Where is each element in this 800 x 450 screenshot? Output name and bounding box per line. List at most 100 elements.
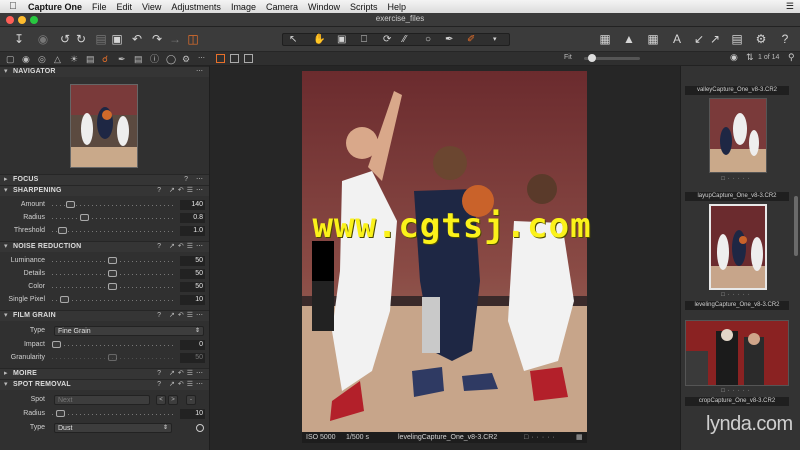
compare-icon[interactable]: ▦ <box>598 32 612 46</box>
menu-list-icon[interactable]: ☰ <box>786 1 794 12</box>
luminance-value[interactable]: 50 <box>180 256 205 266</box>
browser-search-icon[interactable]: ⚲ <box>788 52 795 63</box>
tile-thumbnail[interactable] <box>685 320 789 386</box>
zoom-slider[interactable] <box>584 54 640 62</box>
grid-icon[interactable]: ▦ <box>646 32 660 46</box>
details-value[interactable]: 50 <box>180 269 205 279</box>
eye-icon[interactable]: ◉ <box>730 52 738 63</box>
impact-slider[interactable] <box>52 345 174 346</box>
sharpening-header[interactable]: ▾ SHARPENING ? ↗↶☰⋯ <box>0 185 209 196</box>
tab-library-icon[interactable]: ▢ <box>6 53 15 65</box>
spot-radius-value[interactable]: 10 <box>180 409 205 419</box>
rating-dots[interactable]: □····· <box>524 432 558 443</box>
tab-details-icon[interactable]: ☌ <box>102 53 108 65</box>
section-tools-icon[interactable]: ? ↗↶☰⋯ <box>157 186 206 196</box>
section-tools-icon[interactable]: ? ↗↶☰⋯ <box>157 242 206 252</box>
navigator-header[interactable]: ▾ NAVIGATOR ⋯ <box>0 66 209 77</box>
tile-rating-dots[interactable]: □····· <box>685 176 789 182</box>
spot-delete-button[interactable]: - <box>186 395 196 405</box>
tab-adjust-icon[interactable]: ✒ <box>118 53 126 65</box>
impact-value[interactable]: 0 <box>180 340 205 350</box>
collapse-icon[interactable]: ▾ <box>4 186 8 196</box>
help-more-icon[interactable]: ? ⋯ <box>184 175 206 185</box>
print-icon[interactable]: ▤ <box>730 32 744 46</box>
keystone-icon[interactable]: ⁄⁄ <box>403 34 406 46</box>
rotate-left-icon[interactable]: ↺ <box>58 32 72 46</box>
brush-icon[interactable]: ✐ <box>467 34 475 46</box>
text-overlay-icon[interactable]: A <box>670 32 684 46</box>
menu-file[interactable]: File <box>92 2 107 12</box>
single-view-icon[interactable] <box>230 54 239 63</box>
impact-slider-thumb[interactable] <box>52 341 61 348</box>
crop-icon[interactable]: ⎕ <box>361 34 367 46</box>
section-tools-icon[interactable]: ? ↗↶☰⋯ <box>157 369 206 379</box>
cursor-more-icon[interactable]: ▾ <box>493 34 497 46</box>
image-viewer[interactable]: ISO 5000 1/500 s levelingCapture_One_v8-… <box>210 66 680 450</box>
apple-icon[interactable]:  <box>8 1 18 12</box>
moire-header[interactable]: ▸ MOIRE ? ↗↶☰⋯ <box>0 368 209 379</box>
spot-radius-slider-thumb[interactable] <box>56 410 65 417</box>
loupe-icon[interactable]: ▣ <box>337 34 346 46</box>
multi-view-icon[interactable] <box>216 54 225 63</box>
single-pixel-value[interactable]: 10 <box>180 295 205 305</box>
menu-app-name[interactable]: Capture One <box>28 2 82 12</box>
forward-icon[interactable]: → <box>168 32 182 46</box>
noise-reduction-header[interactable]: ▾ NOISE REDUCTION ? ↗↶☰⋯ <box>0 241 209 252</box>
tile-rating-dots[interactable]: □····· <box>685 292 789 298</box>
menu-image[interactable]: Image <box>231 2 256 12</box>
expand-icon[interactable]: ▸ <box>4 175 8 185</box>
spot-radius-slider[interactable] <box>52 414 174 415</box>
menu-window[interactable]: Window <box>308 2 340 12</box>
tab-metadata-icon[interactable]: ▤ <box>134 53 143 65</box>
details-slider-thumb[interactable] <box>108 270 117 277</box>
granularity-slider-thumb[interactable] <box>108 354 117 361</box>
camera-icon[interactable]: ◉ <box>36 32 50 46</box>
spot-circle-icon[interactable]: ○ <box>425 34 431 46</box>
menu-help[interactable]: Help <box>388 2 407 12</box>
spot-prev-button[interactable]: < <box>156 395 166 405</box>
full-view-icon[interactable] <box>244 54 253 63</box>
collapse-icon[interactable]: ▾ <box>4 380 8 390</box>
import-icon[interactable]: ↧ <box>12 32 26 46</box>
tab-batch-icon[interactable]: ◯ <box>166 53 176 65</box>
radius-slider[interactable] <box>52 218 174 219</box>
tab-info-icon[interactable]: ⓘ <box>150 53 159 65</box>
luminance-slider-thumb[interactable] <box>108 257 117 264</box>
menu-edit[interactable]: Edit <box>117 2 133 12</box>
more-icon[interactable]: ⋯ <box>196 67 206 77</box>
navigator-thumbnail[interactable] <box>70 84 138 168</box>
color-tag-icon[interactable]: ▦ <box>576 432 583 443</box>
focus-header[interactable]: ▸ FOCUS ? ⋯ <box>0 174 209 185</box>
settings-gear-icon[interactable]: ⚙ <box>754 32 768 46</box>
radius-value[interactable]: 0.8 <box>180 213 205 223</box>
tab-color-icon[interactable]: △ <box>54 53 61 65</box>
rotate-tool-icon[interactable]: ⟳ <box>383 34 391 46</box>
tab-lens-icon[interactable]: ◎ <box>38 53 46 65</box>
section-tools-icon[interactable]: ? ↗↶☰⋯ <box>157 311 206 321</box>
menu-adjustments[interactable]: Adjustments <box>171 2 221 12</box>
amount-value[interactable]: 140 <box>180 200 205 210</box>
redo-icon[interactable]: ↷ <box>150 32 164 46</box>
undo-icon[interactable]: ↶ <box>130 32 144 46</box>
menu-view[interactable]: View <box>142 2 161 12</box>
menu-camera[interactable]: Camera <box>266 2 298 12</box>
spot-select[interactable]: Next <box>54 395 150 405</box>
move-to-folder-icon[interactable]: ▤ <box>94 32 108 46</box>
film-grain-header[interactable]: ▾ FILM GRAIN ? ↗↶☰⋯ <box>0 310 209 321</box>
spot-next-button[interactable]: > <box>168 395 178 405</box>
threshold-slider[interactable] <box>52 231 174 232</box>
tab-capture-icon[interactable]: ◉ <box>22 53 30 65</box>
grain-type-select[interactable]: Fine Grain ⇕ <box>54 326 204 336</box>
single-pixel-slider[interactable] <box>52 300 174 301</box>
single-pixel-slider-thumb[interactable] <box>60 296 69 303</box>
spot-type-select[interactable]: Dust ⇕ <box>54 423 172 433</box>
color-value[interactable]: 50 <box>180 282 205 292</box>
threshold-value[interactable]: 1.0 <box>180 226 205 236</box>
tab-more-icon[interactable]: ⋯ <box>198 53 205 65</box>
tile-thumbnail[interactable] <box>709 204 767 290</box>
variants-icon[interactable]: ◫ <box>186 32 200 46</box>
tab-custom-icon[interactable]: ⚙ <box>182 53 190 65</box>
spot-removal-header[interactable]: ▾ SPOT REMOVAL ? ↗↶☰⋯ <box>0 379 209 390</box>
collapse-icon[interactable]: ▾ <box>4 311 8 321</box>
sort-icon[interactable]: ⇅ <box>746 52 754 63</box>
